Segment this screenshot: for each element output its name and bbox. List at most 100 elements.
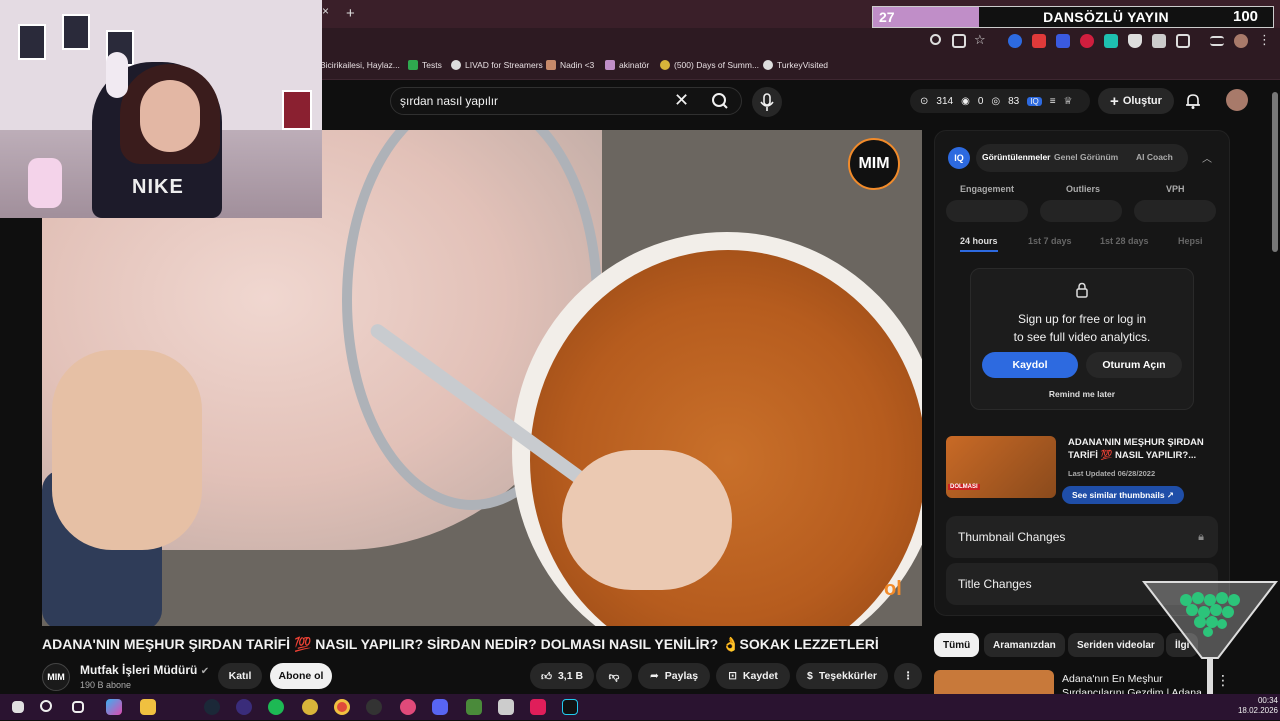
bookmark-item[interactable]: Nadin <3	[546, 60, 594, 70]
akinator-icon	[605, 60, 615, 70]
overlay-title: DANSÖZLÜ YAYIN	[1043, 9, 1169, 25]
extension-1-icon[interactable]	[1008, 34, 1022, 48]
extension-7-icon[interactable]	[1152, 34, 1166, 48]
reading-list-icon[interactable]	[1210, 36, 1224, 46]
spotify-icon[interactable]	[268, 699, 284, 715]
list-icon[interactable]: ≡	[1050, 96, 1056, 107]
like-button[interactable]: 👍︎ 3,1 B	[530, 663, 594, 689]
webcam-poster	[282, 90, 312, 130]
channel-name[interactable]: Mutfak İşleri Müdürü ✔	[80, 663, 209, 677]
bookmark-item[interactable]: (500) Days of Summ...	[660, 60, 759, 70]
extension-2-icon[interactable]	[1032, 34, 1046, 48]
notifications-bell-icon[interactable]	[1184, 92, 1202, 115]
copilot-icon[interactable]	[106, 699, 122, 715]
app-icon[interactable]	[498, 699, 514, 715]
metric-engagement-label: Engagement	[960, 184, 1015, 194]
save-button[interactable]: ⊡ Kaydet	[716, 663, 790, 689]
extension-6-icon[interactable]	[1128, 34, 1142, 48]
discord-icon[interactable]	[432, 699, 448, 715]
thanks-icon: $	[806, 670, 813, 682]
collapse-chevron-icon[interactable]: ︿	[1202, 150, 1212, 165]
thumbnail-changes-section[interactable]: Thumbnail Changes 🔒︎	[946, 516, 1218, 558]
bookmark-item[interactable]: LIVAD for Streamers	[451, 60, 543, 70]
views-icon: ⊙	[920, 95, 929, 107]
start-icon[interactable]	[12, 701, 24, 713]
webcam-poster	[18, 24, 46, 60]
account-avatar[interactable]	[1226, 89, 1248, 111]
eye-count: 0	[977, 95, 984, 107]
dislike-button[interactable]: 👎︎	[596, 663, 632, 689]
zoom-icon[interactable]	[930, 34, 941, 45]
join-button[interactable]: Katıl	[218, 663, 262, 689]
vidiq-logo-icon: IQ	[948, 147, 970, 169]
chip-from-search[interactable]: Aramanızdan	[984, 633, 1065, 657]
sheets-icon	[408, 60, 418, 70]
channel-avatar[interactable]: MIM	[42, 663, 70, 691]
share-button[interactable]: ➦ Paylaş	[638, 663, 710, 689]
extension-stats-bar[interactable]: ⊙ 314 ◉ 0 ◎ 83 IQ ≡ ♕	[910, 89, 1090, 113]
signup-message-line1: Sign up for free or log in	[1017, 312, 1147, 326]
webcam-headphones	[106, 52, 128, 98]
extensions-puzzle-icon[interactable]	[1176, 34, 1190, 48]
extension-4-icon[interactable]	[1080, 34, 1094, 48]
range-28-days[interactable]: 1st 28 days	[1100, 236, 1149, 246]
new-tab-button[interactable]: +	[346, 5, 355, 22]
webcam-face	[140, 80, 200, 152]
bookmark-star-icon[interactable]: ☆	[974, 32, 988, 47]
app-icon[interactable]	[400, 699, 416, 715]
tab-views[interactable]: Görüntülenmeler	[982, 152, 1050, 162]
profile-icon[interactable]	[1234, 34, 1248, 48]
iq-badge-icon[interactable]: IQ	[1027, 96, 1042, 106]
more-actions-button[interactable]: ⋮	[894, 663, 922, 689]
bookmark-item[interactable]: akinatör	[605, 60, 649, 70]
app-icon[interactable]	[466, 699, 482, 715]
cast-icon[interactable]	[952, 34, 966, 48]
chrome-icon[interactable]	[334, 699, 350, 715]
page-scrollbar[interactable]	[1272, 92, 1278, 252]
app-icon[interactable]	[530, 699, 546, 715]
steam-icon[interactable]	[204, 699, 220, 715]
trophy-icon[interactable]: ♕	[1064, 96, 1073, 107]
thanks-button[interactable]: $ Teşekkürler	[796, 663, 888, 689]
search-query-text: şırdan nasıl yapılır	[400, 94, 499, 108]
signup-button[interactable]: Kaydol	[982, 352, 1078, 378]
task-view-icon[interactable]	[72, 701, 84, 713]
bookmark-item[interactable]: TurkeyVisited	[763, 60, 828, 70]
bookmark-item[interactable]: Bicirikailesi, Haylaz...	[320, 60, 400, 70]
search-icon[interactable]	[40, 700, 52, 712]
chip-all[interactable]: Tümü	[934, 633, 980, 657]
tab-ai-coach[interactable]: AI Coach	[1136, 152, 1173, 162]
range-24-hours[interactable]: 24 hours	[960, 236, 998, 252]
voice-search-button[interactable]	[752, 87, 782, 117]
search-icon	[712, 93, 728, 109]
range-7-days[interactable]: 1st 7 days	[1028, 236, 1072, 246]
browser-menu-icon[interactable]: ⋮	[1258, 32, 1272, 47]
metric-outliers-value	[1040, 200, 1122, 222]
subscriber-count: 190 B abone	[80, 680, 132, 690]
remind-later-link[interactable]: Remind me later	[970, 389, 1194, 399]
app-icon[interactable]	[302, 699, 318, 715]
clock-time: 00:34	[1257, 696, 1278, 705]
similar-thumbnails-button[interactable]: See similar thumbnails ↗	[1062, 486, 1184, 504]
app-icon[interactable]	[366, 699, 382, 715]
file-explorer-icon[interactable]	[140, 699, 156, 715]
extension-5-icon[interactable]	[1104, 34, 1118, 48]
login-button[interactable]: Oturum Açın	[1086, 352, 1182, 378]
video-title: ADANA'NIN MEŞHUR ŞIRDAN TARİFİ 💯 NASIL Y…	[42, 636, 879, 652]
bookmark-item[interactable]: Tests	[408, 60, 442, 70]
subscribe-button[interactable]: Abone ol	[270, 663, 332, 689]
tab-close-button[interactable]: ×	[322, 4, 362, 24]
obs-icon[interactable]	[236, 699, 252, 715]
tab-overview[interactable]: Genel Görünüm	[1054, 152, 1118, 162]
extension-3-icon[interactable]	[1056, 34, 1070, 48]
recommendation-thumbnail[interactable]	[934, 670, 1054, 696]
signup-message-line2: to see full video analytics.	[1013, 330, 1151, 344]
search-button[interactable]	[702, 88, 740, 114]
tiktok-icon[interactable]	[562, 699, 578, 715]
lock-icon	[1075, 282, 1089, 301]
system-clock[interactable]: 00:34 18.02.2026	[1228, 696, 1278, 716]
channel-watermark-logo: MIM	[848, 138, 900, 190]
clear-search-icon[interactable]: ✕	[674, 90, 689, 111]
create-button[interactable]: + Oluştur	[1098, 88, 1174, 114]
range-all[interactable]: Hepsi	[1178, 236, 1203, 246]
